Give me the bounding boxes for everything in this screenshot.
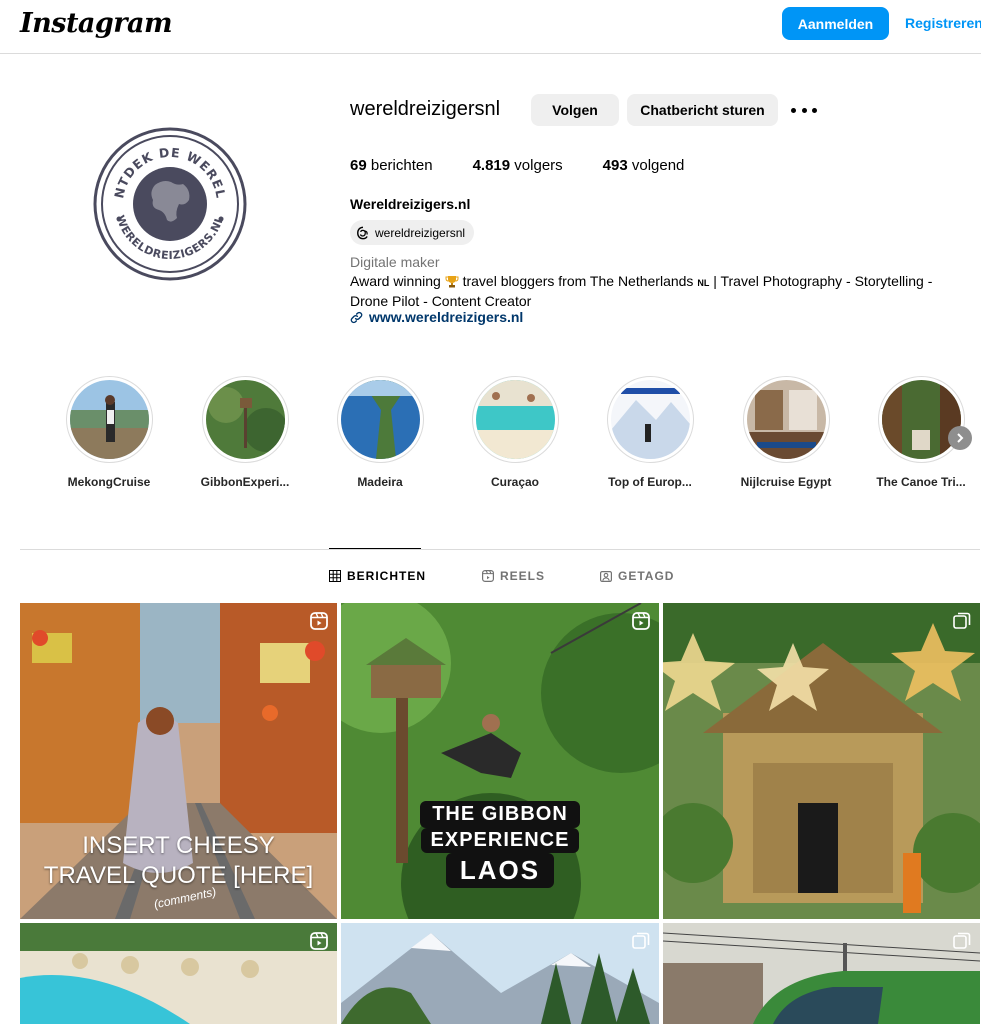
post-overlay-text: LAOS [445, 853, 555, 888]
highlight-gibbon[interactable]: GibbonExperi... [185, 376, 305, 489]
profile-username: wereldreizigersnl [350, 98, 501, 120]
threads-icon [357, 226, 368, 239]
highlight-label: MekongCruise [67, 475, 151, 489]
tab-label: BERICHTEN [347, 569, 427, 583]
followers-stat[interactable]: 4.819 volgers [473, 157, 563, 174]
login-button[interactable]: Aanmelden [782, 7, 889, 40]
highlight-label: Nijlcruise Egypt [740, 475, 832, 489]
highlight-label: Top of Europ... [608, 475, 692, 489]
highlight-curacao[interactable]: Curaçao [455, 376, 575, 489]
carousel-icon [632, 932, 650, 949]
profile-category: Digitale maker [350, 254, 440, 270]
follow-button[interactable]: Volgen [531, 94, 619, 126]
post-tile[interactable] [341, 923, 659, 1024]
instagram-logo[interactable]: Instagram [20, 8, 173, 39]
more-options-icon[interactable] [791, 98, 817, 122]
reel-icon [632, 612, 650, 630]
post-overlay-text: THE GIBBON [420, 801, 580, 828]
tab-berichten[interactable]: BERICHTEN [329, 569, 426, 583]
register-link[interactable]: Registreren [905, 15, 981, 31]
posts-stat: 69 berichten [350, 157, 433, 174]
carousel-icon [953, 612, 971, 629]
link-icon [350, 311, 363, 323]
highlight-madeira[interactable]: Madeira [320, 376, 440, 489]
bio-part1: Award winning [350, 273, 441, 289]
highlight-topofeurope[interactable]: Top of Europ... [590, 376, 710, 489]
story-highlights: MekongCruise GibbonExperi... Madeira Cur… [0, 376, 981, 496]
carousel-icon [953, 932, 971, 949]
reel-icon [310, 612, 328, 630]
highlights-next-icon[interactable] [948, 426, 972, 450]
posts-count: 69 [350, 157, 367, 174]
following-label: volgend [631, 157, 685, 174]
tab-getagd[interactable]: GETAGD [600, 569, 674, 583]
highlight-label: GibbonExperi... [200, 475, 290, 489]
tagged-icon [600, 571, 612, 582]
highlight-label: Madeira [357, 475, 403, 489]
post-overlay-text: INSERT CHEESY [82, 832, 275, 859]
post-overlay-text: TRAVEL QUOTE [HERE] [43, 862, 314, 889]
post-overlay-text: EXPERIENCE [420, 828, 580, 853]
tabs-divider [20, 549, 980, 550]
threads-handle: wereldreizigersnl [375, 225, 466, 240]
followers-label: volgers [514, 157, 563, 174]
post-tile[interactable] [663, 923, 980, 1024]
reel-icon [310, 932, 328, 950]
profile-stats: 69 berichten 4.819 volgers 493 volgend [350, 157, 724, 174]
following-stat[interactable]: 493 volgend [603, 157, 685, 174]
threads-badge[interactable]: wereldreizigersnl [350, 220, 475, 245]
highlight-mekongcruise[interactable]: MekongCruise [49, 376, 169, 489]
tab-label: REELS [500, 569, 546, 583]
post-tile[interactable] [20, 923, 337, 1024]
post-tile[interactable]: THE GIBBON EXPERIENCE LAOS [341, 603, 659, 919]
grid-icon [329, 570, 341, 582]
highlight-label: The Canoe Tri... [876, 475, 966, 489]
profile-bio: Award winning travel bloggers from The N… [350, 272, 970, 310]
bio-flag-nl: NL [697, 278, 710, 288]
followers-count: 4.819 [472, 157, 511, 174]
reels-icon [482, 570, 494, 582]
trophy-icon [445, 276, 459, 288]
tab-reels[interactable]: REELS [482, 569, 545, 583]
tab-label: GETAGD [618, 569, 675, 583]
profile-avatar[interactable]: ONTDEK DE WERELD WERELDREIZIGERS.NL [93, 127, 247, 281]
profile-full-name: Wereldreizigers.nl [350, 196, 471, 212]
message-button[interactable]: Chatbericht sturen [627, 94, 778, 126]
website-url: www.wereldreizigers.nl [369, 309, 524, 325]
post-tile[interactable]: INSERT CHEESY TRAVEL QUOTE [HERE] (comme… [20, 603, 337, 919]
bio-part2: travel bloggers from The Netherlands [462, 273, 694, 289]
website-link[interactable]: www.wereldreizigers.nl [350, 309, 523, 325]
highlight-label: Curaçao [490, 475, 540, 489]
following-count: 493 [602, 157, 628, 174]
active-tab-indicator [329, 548, 421, 549]
highlight-nijlcruise[interactable]: Nijlcruise Egypt [726, 376, 846, 489]
post-tile[interactable] [663, 603, 980, 919]
posts-label: berichten [370, 157, 433, 174]
top-bar: Instagram Aanmelden Registreren [0, 0, 981, 54]
